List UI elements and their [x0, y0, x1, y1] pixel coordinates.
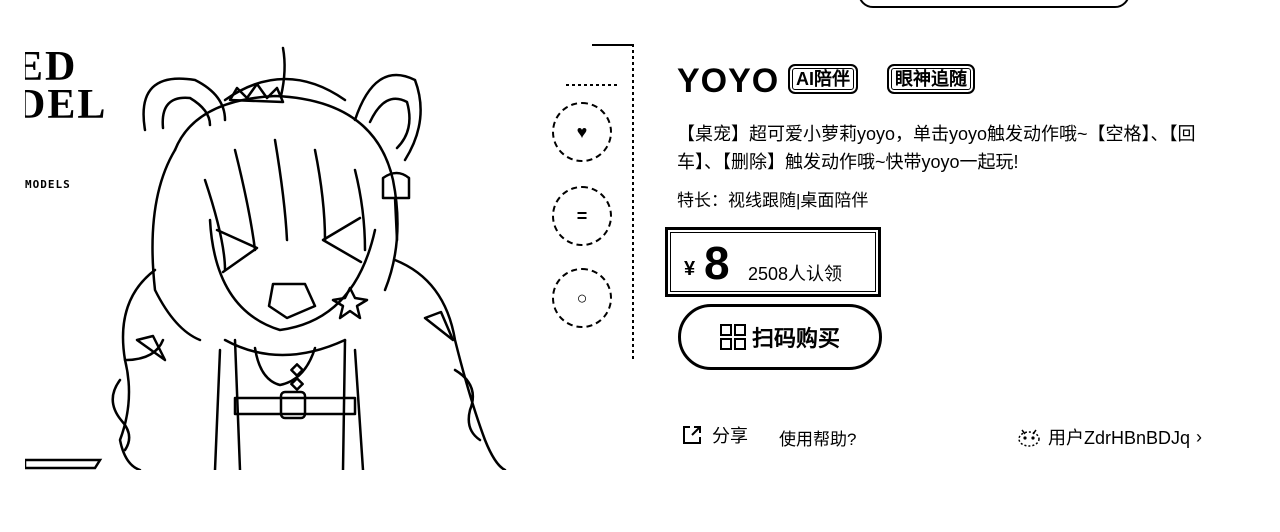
- scan-to-buy-button[interactable]: 扫码购买: [678, 304, 882, 370]
- tag-eye-tracking: 眼神追随: [887, 64, 975, 94]
- avatar-icon: [1018, 429, 1040, 447]
- equals-icon[interactable]: =: [552, 186, 612, 246]
- share-button[interactable]: 分享: [680, 422, 748, 448]
- price-box: ¥ 8 2508人认领: [665, 227, 881, 297]
- user-account[interactable]: 用户ZdrHBnBDJq ›: [1016, 424, 1202, 450]
- toolbar-top-line: [592, 44, 634, 46]
- toolbar-dots: [566, 84, 618, 86]
- qr-code-icon: [719, 324, 746, 350]
- top-search-pill[interactable]: [858, 0, 1130, 8]
- heart-icon[interactable]: ♥: [552, 102, 612, 162]
- toolbar-edge: [632, 44, 634, 362]
- tag-ai-companion: AI陪伴: [788, 64, 858, 94]
- circle-icon[interactable]: ○: [552, 268, 612, 328]
- product-specialty: 特长：视线跟随|桌面陪伴: [677, 191, 869, 210]
- buy-label: 扫码购买: [751, 326, 840, 351]
- character-illustration: [25, 46, 507, 470]
- share-label: 分享: [712, 426, 748, 446]
- price-value: 8: [704, 237, 730, 289]
- product-title: YOYO: [677, 62, 780, 100]
- help-link[interactable]: 使用帮助?: [779, 425, 856, 450]
- claimed-count: 2508人认领: [748, 264, 843, 284]
- currency-symbol: ¥: [684, 258, 696, 280]
- share-icon: [683, 426, 701, 444]
- product-description: 【桌宠】超可爱小萝莉yoyo，单击yoyo触发动作哦~【空格】、【回车】、【删除…: [677, 124, 1196, 172]
- chevron-right-icon: ›: [1196, 426, 1203, 447]
- side-toolbar: ♥ = ○: [548, 44, 634, 362]
- model-preview[interactable]: ED DEL MODELS: [25, 40, 523, 470]
- username: 用户ZdrHBnBDJq: [1048, 428, 1191, 448]
